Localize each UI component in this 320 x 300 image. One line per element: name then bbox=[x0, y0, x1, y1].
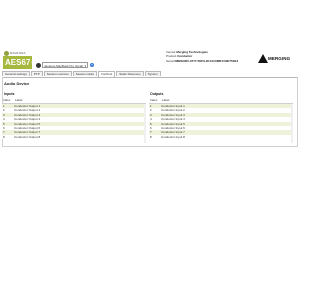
column-header-label: Label bbox=[15, 98, 23, 102]
tab-system[interactable]: System bbox=[144, 71, 161, 76]
tab-general-settings[interactable]: General settings bbox=[2, 71, 30, 76]
outputs-rows[interactable]: 1 Conductor Input 1 2 Conductor Input 2 3 Con… bbox=[149, 104, 293, 143]
outputs-table: Index Label 1 Conductor Input 1 2 Conductor… bbox=[149, 98, 293, 143]
product-label: Product bbox=[166, 54, 177, 59]
logo-product-top: RAVENNA bbox=[10, 51, 26, 55]
inputs-rows[interactable]: 1 Conductor Output 1 2 Conductor Output 23C… bbox=[2, 104, 146, 143]
device-select-value: Janeiros MacBook Pro (local) bbox=[44, 64, 84, 68]
serial-value: D8B09305-3777-5DF9-9CC9-D88FC30E75D13 bbox=[174, 58, 239, 63]
table-row[interactable]: 8 Conductor Input 8 bbox=[149, 134, 293, 140]
row-label: Conductor Input 8 bbox=[161, 134, 185, 139]
row-index: 8 bbox=[150, 134, 152, 139]
row-index: 8 bbox=[3, 134, 5, 139]
aes67-logo: AES67tool bbox=[3, 56, 36, 69]
row-label: Conductor Output 8 bbox=[14, 134, 41, 139]
merging-logo: MERGING bbox=[258, 53, 298, 63]
merging-brand-name: MERGING bbox=[268, 56, 291, 61]
outputs-heading: Outputs bbox=[150, 92, 164, 96]
tab-session-sinks[interactable]: Session sinks bbox=[72, 71, 98, 76]
column-header-index: Index bbox=[150, 98, 158, 102]
logo-word: AES67 bbox=[5, 58, 31, 67]
tab-session-sources[interactable]: Session sources bbox=[43, 71, 72, 76]
device-meta: Vendor Merging Technologies Product Cond… bbox=[166, 50, 238, 63]
sync-icon[interactable] bbox=[36, 63, 41, 68]
device-select[interactable]: Janeiros MacBook Pro (local) ▾ bbox=[42, 62, 88, 68]
product-value: Conductor bbox=[177, 54, 193, 59]
inputs-table: Index Label 1 Conductor Output 1 2 Conducto… bbox=[2, 98, 146, 143]
table-row[interactable]: 8 Conductor Output 8 bbox=[2, 134, 146, 140]
tab-static-discovery[interactable]: Static Discovery bbox=[116, 71, 144, 76]
tab-ptp[interactable]: PTP bbox=[30, 71, 43, 76]
scrollbar[interactable] bbox=[144, 104, 146, 143]
vendor-value: Merging Technologies bbox=[176, 50, 208, 54]
inputs-heading: Inputs bbox=[4, 92, 15, 96]
help-icon[interactable]: ? bbox=[90, 63, 94, 67]
chevron-down-icon: ▾ bbox=[84, 64, 86, 68]
column-header-index: Index bbox=[3, 98, 11, 102]
vendor-label: Vendor bbox=[166, 50, 176, 54]
scrollbar[interactable] bbox=[291, 104, 293, 143]
page-title: Audio Device bbox=[4, 81, 30, 86]
serial-label: Serial bbox=[166, 58, 174, 63]
column-header-label: Label bbox=[162, 98, 170, 102]
merging-triangle-icon bbox=[258, 54, 268, 63]
